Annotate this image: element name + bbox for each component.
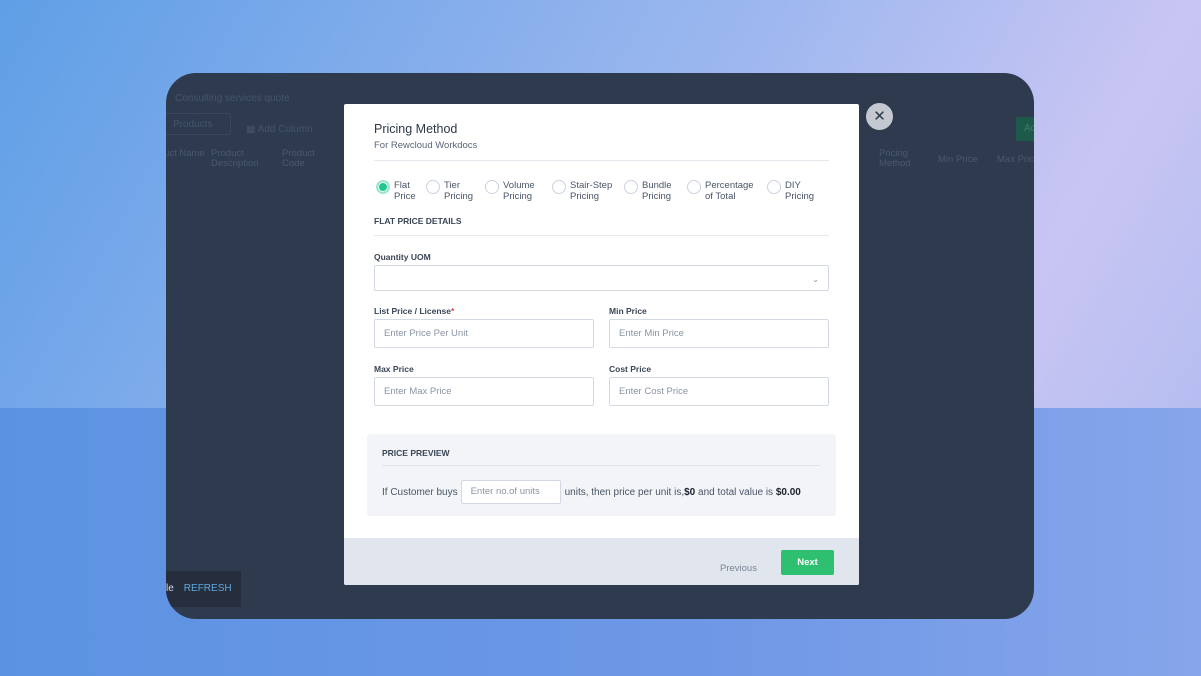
column-header: Product Description xyxy=(211,148,259,169)
radio-icon xyxy=(552,180,566,194)
total-value: $0.00 xyxy=(775,486,801,498)
divider xyxy=(374,160,829,161)
pricing-option-radio[interactable]: Stair-Step Pricing xyxy=(552,180,612,202)
section-title: FLAT PRICE DETAILS xyxy=(374,216,462,226)
add-button[interactable]: Ad xyxy=(1016,117,1034,141)
quantity-uom-label: Quantity UOM xyxy=(374,252,431,262)
radio-icon xyxy=(624,180,638,194)
list-price-input[interactable]: Enter Price Per Unit xyxy=(374,319,594,348)
product-search[interactable]: Products xyxy=(166,113,231,135)
min-price-label: Min Price xyxy=(609,306,647,316)
chevron-down-icon: ⌄ xyxy=(812,275,819,284)
radio-icon xyxy=(485,180,499,194)
quote-title: Consulting services quote xyxy=(175,93,290,104)
preview-title: PRICE PREVIEW xyxy=(382,448,450,458)
column-header: Pricing Method xyxy=(879,148,911,169)
refresh-button[interactable]: REFRESH xyxy=(184,583,232,594)
radio-icon xyxy=(687,180,701,194)
radio-label: Tier Pricing xyxy=(444,180,474,202)
column-header: Max Price xyxy=(997,154,1034,165)
dialog-footer: Previous Next xyxy=(344,538,859,585)
price-preview: PRICE PREVIEW If Customer buys Enter no.… xyxy=(367,434,836,516)
required-icon: * xyxy=(451,306,455,316)
radio-label: Volume Pricing xyxy=(503,180,535,202)
pricing-method-dialog: Pricing Method For Rewcloud Workdocs Fla… xyxy=(344,104,859,585)
snackbar: le REFRESH xyxy=(166,571,241,607)
cost-price-label: Cost Price xyxy=(609,364,652,374)
dialog-subtitle: For Rewcloud Workdocs xyxy=(374,140,478,151)
radio-label: Percentage of Total xyxy=(705,180,754,202)
list-price-label: List Price / License* xyxy=(374,306,455,316)
radio-label: Flat Price xyxy=(394,180,416,202)
radio-label: Stair-Step Pricing xyxy=(570,180,613,202)
column-header: Product Code xyxy=(282,148,315,169)
max-price-label: Max Price xyxy=(374,364,414,374)
radio-label: DIY Pricing xyxy=(785,180,815,202)
max-price-input[interactable]: Enter Max Price xyxy=(374,377,594,406)
next-button[interactable]: Next xyxy=(781,550,834,575)
column-header: Min Price xyxy=(938,154,978,165)
preview-sentence: If Customer buys Enter no.of units units… xyxy=(382,480,801,504)
divider xyxy=(374,235,829,236)
pricing-option-radio[interactable]: Flat Price xyxy=(376,180,416,202)
divider xyxy=(382,465,820,466)
close-icon[interactable]: ✕ xyxy=(866,103,893,130)
pricing-option-radio[interactable]: Tier Pricing xyxy=(426,180,473,202)
radio-icon xyxy=(767,180,781,194)
pricing-option-radio[interactable]: Volume Pricing xyxy=(485,180,535,202)
unit-price: $0 xyxy=(684,486,696,498)
previous-button[interactable]: Previous xyxy=(720,563,757,574)
quantity-uom-select[interactable]: ⌄ xyxy=(374,265,829,291)
column-header: Product Name xyxy=(166,148,205,159)
pricing-option-radio[interactable]: DIY Pricing xyxy=(767,180,814,202)
radio-icon xyxy=(376,180,390,194)
dialog-title: Pricing Method xyxy=(374,122,458,136)
units-input[interactable]: Enter no.of units xyxy=(460,480,561,504)
cost-price-input[interactable]: Enter Cost Price xyxy=(609,377,829,406)
table-icon: ▦ xyxy=(246,124,258,135)
pricing-option-radio[interactable]: Percentage of Total xyxy=(687,180,754,202)
min-price-input[interactable]: Enter Min Price xyxy=(609,319,829,348)
pricing-option-radio[interactable]: Bundle Pricing xyxy=(624,180,672,202)
radio-label: Bundle Pricing xyxy=(642,180,672,202)
radio-icon xyxy=(426,180,440,194)
add-column-button[interactable]: ▦ Add Column xyxy=(246,124,313,135)
